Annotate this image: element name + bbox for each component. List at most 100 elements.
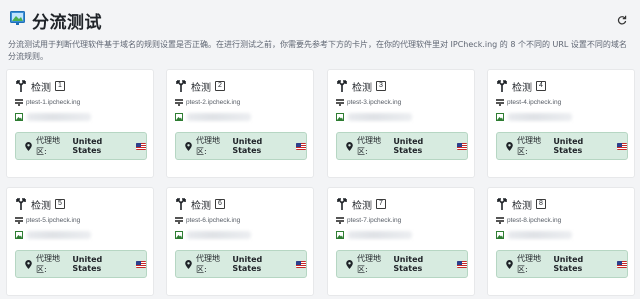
proxy-region-badge: 代理地区: United States bbox=[15, 250, 147, 278]
test-card-3: 检测 3 ptest-3.ipcheck.ing 代理地区: United St… bbox=[327, 69, 475, 178]
page-title: 分流测试 bbox=[32, 13, 102, 33]
card-title: 检测 bbox=[191, 200, 211, 212]
region-country: United States bbox=[553, 137, 584, 155]
location-pin-icon bbox=[346, 259, 353, 269]
page-header: 分流测试 bbox=[0, 0, 640, 36]
card-domain: ptest-1.ipcheck.ing bbox=[26, 98, 81, 106]
test-card-1: 检测 1 ptest-1.ipcheck.ing 代理地区: United St… bbox=[6, 69, 154, 178]
proxy-region-badge: 代理地区: United States bbox=[336, 132, 468, 160]
split-arrow-icon bbox=[15, 80, 27, 92]
card-number-badge: 1 bbox=[55, 81, 65, 91]
region-country: United States bbox=[72, 255, 103, 273]
server-icon bbox=[496, 216, 504, 224]
card-domain: ptest-4.ipcheck.ing bbox=[507, 98, 562, 106]
card-number-badge: 7 bbox=[376, 199, 386, 209]
refresh-icon bbox=[617, 15, 627, 25]
location-pin-icon bbox=[506, 141, 513, 151]
refresh-button[interactable] bbox=[614, 12, 630, 28]
split-arrow-icon bbox=[336, 80, 348, 92]
card-title: 检测 bbox=[31, 82, 51, 94]
us-flag-icon bbox=[295, 260, 306, 268]
image-icon bbox=[175, 231, 183, 239]
test-card-4: 检测 4 ptest-4.ipcheck.ing 代理地区: United St… bbox=[487, 69, 635, 178]
split-arrow-icon bbox=[15, 198, 27, 210]
proxy-region-badge: 代理地区: United States bbox=[175, 250, 307, 278]
card-title: 检测 bbox=[191, 82, 211, 94]
redacted-ip bbox=[27, 113, 91, 121]
card-title: 检测 bbox=[352, 82, 372, 94]
server-icon bbox=[175, 216, 183, 224]
server-icon bbox=[336, 216, 344, 224]
card-number-badge: 2 bbox=[215, 81, 225, 91]
card-domain: ptest-6.ipcheck.ing bbox=[186, 216, 241, 224]
card-title: 检测 bbox=[512, 200, 532, 212]
us-flag-icon bbox=[135, 142, 146, 150]
card-title: 检测 bbox=[352, 200, 372, 212]
region-label: 代理地区: bbox=[517, 136, 541, 156]
server-icon bbox=[15, 216, 23, 224]
location-pin-icon bbox=[25, 259, 32, 269]
proxy-region-badge: 代理地区: United States bbox=[15, 132, 147, 160]
region-label: 代理地区: bbox=[357, 254, 381, 274]
test-card-8: 检测 8 ptest-8.ipcheck.ing 代理地区: United St… bbox=[487, 187, 635, 296]
location-pin-icon bbox=[25, 141, 32, 151]
card-title: 检测 bbox=[31, 200, 51, 212]
redacted-ip bbox=[187, 113, 251, 121]
server-icon bbox=[336, 98, 344, 106]
test-card-5: 检测 5 ptest-5.ipcheck.ing 代理地区: United St… bbox=[6, 187, 154, 296]
region-label: 代理地区: bbox=[196, 254, 220, 274]
region-label: 代理地区: bbox=[517, 254, 541, 274]
region-label: 代理地区: bbox=[357, 136, 381, 156]
region-country: United States bbox=[232, 255, 263, 273]
location-pin-icon bbox=[185, 259, 192, 269]
image-icon bbox=[336, 231, 344, 239]
redacted-ip bbox=[348, 231, 412, 239]
card-domain: ptest-8.ipcheck.ing bbox=[507, 216, 562, 224]
split-arrow-icon bbox=[336, 198, 348, 210]
test-card-7: 检测 7 ptest-7.ipcheck.ing 代理地区: United St… bbox=[327, 187, 475, 296]
card-number-badge: 4 bbox=[536, 81, 546, 91]
card-number-badge: 5 bbox=[55, 199, 65, 209]
image-icon bbox=[496, 113, 504, 121]
us-flag-icon bbox=[456, 142, 467, 150]
proxy-region-badge: 代理地区: United States bbox=[496, 132, 628, 160]
split-arrow-icon bbox=[496, 80, 508, 92]
region-label: 代理地区: bbox=[36, 136, 60, 156]
card-domain: ptest-3.ipcheck.ing bbox=[347, 98, 402, 106]
redacted-ip bbox=[187, 231, 251, 239]
card-domain: ptest-2.ipcheck.ing bbox=[186, 98, 241, 106]
card-number-badge: 6 bbox=[215, 199, 225, 209]
region-country: United States bbox=[553, 255, 584, 273]
split-arrow-icon bbox=[496, 198, 508, 210]
us-flag-icon bbox=[616, 260, 627, 268]
redacted-ip bbox=[27, 231, 91, 239]
card-title: 检测 bbox=[512, 82, 532, 94]
card-number-badge: 8 bbox=[536, 199, 546, 209]
image-icon bbox=[336, 113, 344, 121]
region-country: United States bbox=[393, 255, 424, 273]
proxy-region-badge: 代理地区: United States bbox=[336, 250, 468, 278]
us-flag-icon bbox=[135, 260, 146, 268]
location-pin-icon bbox=[346, 141, 353, 151]
proxy-region-badge: 代理地区: United States bbox=[175, 132, 307, 160]
card-domain: ptest-7.ipcheck.ing bbox=[347, 216, 402, 224]
page-description: 分流测试用于判断代理软件基于域名的规则设置是否正确。在进行测试之前，你需要先参考… bbox=[8, 40, 627, 61]
region-country: United States bbox=[393, 137, 424, 155]
test-card-6: 检测 6 ptest-6.ipcheck.ing 代理地区: United St… bbox=[166, 187, 314, 296]
region-label: 代理地区: bbox=[36, 254, 60, 274]
image-icon bbox=[496, 231, 504, 239]
us-flag-icon bbox=[295, 142, 306, 150]
redacted-ip bbox=[508, 113, 572, 121]
redacted-ip bbox=[348, 113, 412, 121]
card-domain: ptest-5.ipcheck.ing bbox=[26, 216, 81, 224]
picture-frame-icon bbox=[10, 11, 25, 25]
region-country: United States bbox=[232, 137, 263, 155]
test-card-2: 检测 2 ptest-2.ipcheck.ing 代理地区: United St… bbox=[166, 69, 314, 178]
split-arrow-icon bbox=[175, 80, 187, 92]
region-country: United States bbox=[72, 137, 103, 155]
server-icon bbox=[496, 98, 504, 106]
server-icon bbox=[175, 98, 183, 106]
split-arrow-icon bbox=[175, 198, 187, 210]
redacted-ip bbox=[508, 231, 572, 239]
location-pin-icon bbox=[506, 259, 513, 269]
